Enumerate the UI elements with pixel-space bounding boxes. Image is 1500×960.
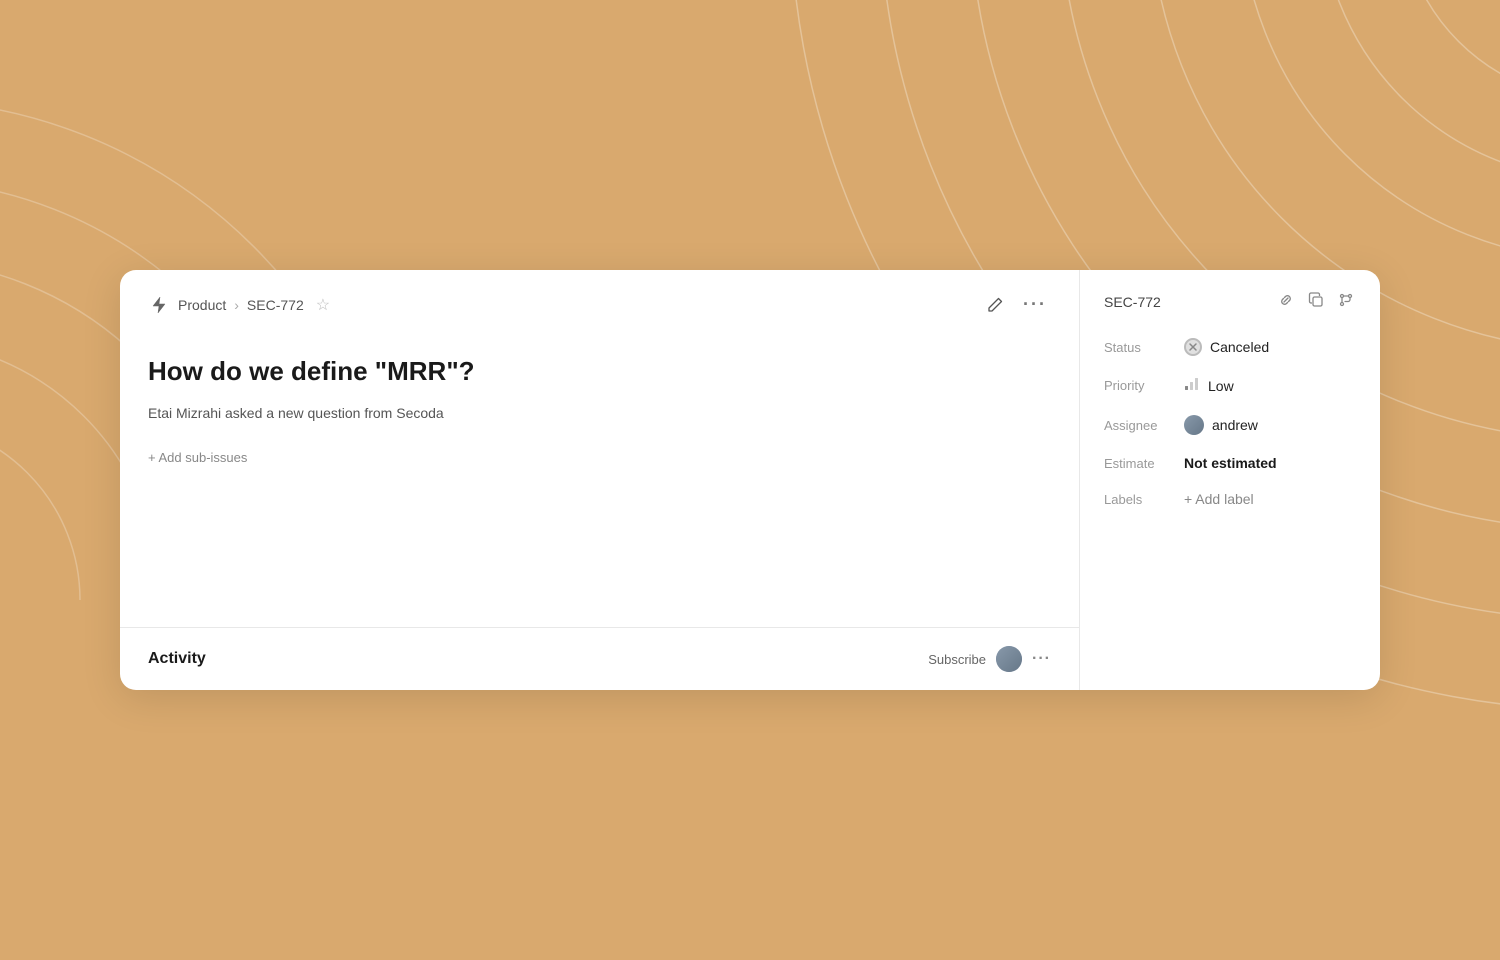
branch-button[interactable] [1336,290,1356,314]
right-panel: SEC-772 [1080,270,1380,690]
avatar [996,646,1022,672]
add-label-button[interactable]: + Add label [1184,491,1254,507]
activity-title: Activity [148,650,206,668]
edit-button[interactable] [984,293,1007,316]
main-card: Product › SEC-772 ☆ ··· How do we define… [120,270,1380,690]
status-text: Canceled [1210,339,1269,355]
breadcrumb-parent: Product [178,297,226,313]
link-button[interactable] [1276,290,1296,314]
priority-text: Low [1208,378,1234,394]
status-value[interactable]: Canceled [1184,338,1269,356]
activity-right: Subscribe ··· [928,646,1051,672]
issue-description: Etai Mizrahi asked a new question from S… [148,405,1051,421]
assignee-value[interactable]: andrew [1184,415,1258,435]
priority-label: Priority [1104,378,1184,393]
breadcrumb-id: SEC-772 [247,297,304,313]
avatar-image [996,646,1022,672]
estimate-label: Estimate [1104,456,1184,471]
copy-button[interactable] [1306,290,1326,314]
status-icon [1184,338,1202,356]
right-header: SEC-772 [1104,290,1356,314]
assignee-name: andrew [1212,417,1258,433]
assignee-avatar [1184,415,1204,435]
right-panel-actions [1276,290,1356,314]
right-panel-id: SEC-772 [1104,294,1161,310]
status-label: Status [1104,340,1184,355]
assignee-label: Assignee [1104,418,1184,433]
lightning-icon [148,294,170,316]
breadcrumb-actions: ··· [984,290,1051,319]
estimate-value[interactable]: Not estimated [1184,455,1277,471]
priority-icon [1184,376,1200,395]
labels-row: Labels + Add label [1104,491,1356,507]
labels-value: + Add label [1184,491,1254,507]
issue-title: How do we define "MRR"? [148,355,1051,389]
activity-more-icon: ··· [1032,650,1051,667]
breadcrumb-bar: Product › SEC-772 ☆ ··· [120,270,1079,335]
more-options-button[interactable]: ··· [1019,290,1051,319]
labels-label: Labels [1104,492,1184,507]
estimate-text: Not estimated [1184,455,1277,471]
star-icon[interactable]: ☆ [316,295,330,315]
add-sub-issues-button[interactable]: + Add sub-issues [148,450,247,465]
activity-bar: Activity Subscribe ··· [120,628,1079,690]
subscribe-button[interactable]: Subscribe [928,652,986,667]
priority-row: Priority Low [1104,376,1356,395]
activity-more-button[interactable]: ··· [1032,650,1051,668]
breadcrumb-separator: › [234,297,239,313]
priority-value[interactable]: Low [1184,376,1234,395]
left-panel: Product › SEC-772 ☆ ··· How do we define… [120,270,1080,690]
status-row: Status Canceled [1104,338,1356,356]
assignee-row: Assignee andrew [1104,415,1356,435]
estimate-row: Estimate Not estimated [1104,455,1356,471]
content-area: How do we define "MRR"? Etai Mizrahi ask… [120,335,1079,607]
breadcrumb-left: Product › SEC-772 ☆ [148,294,330,316]
